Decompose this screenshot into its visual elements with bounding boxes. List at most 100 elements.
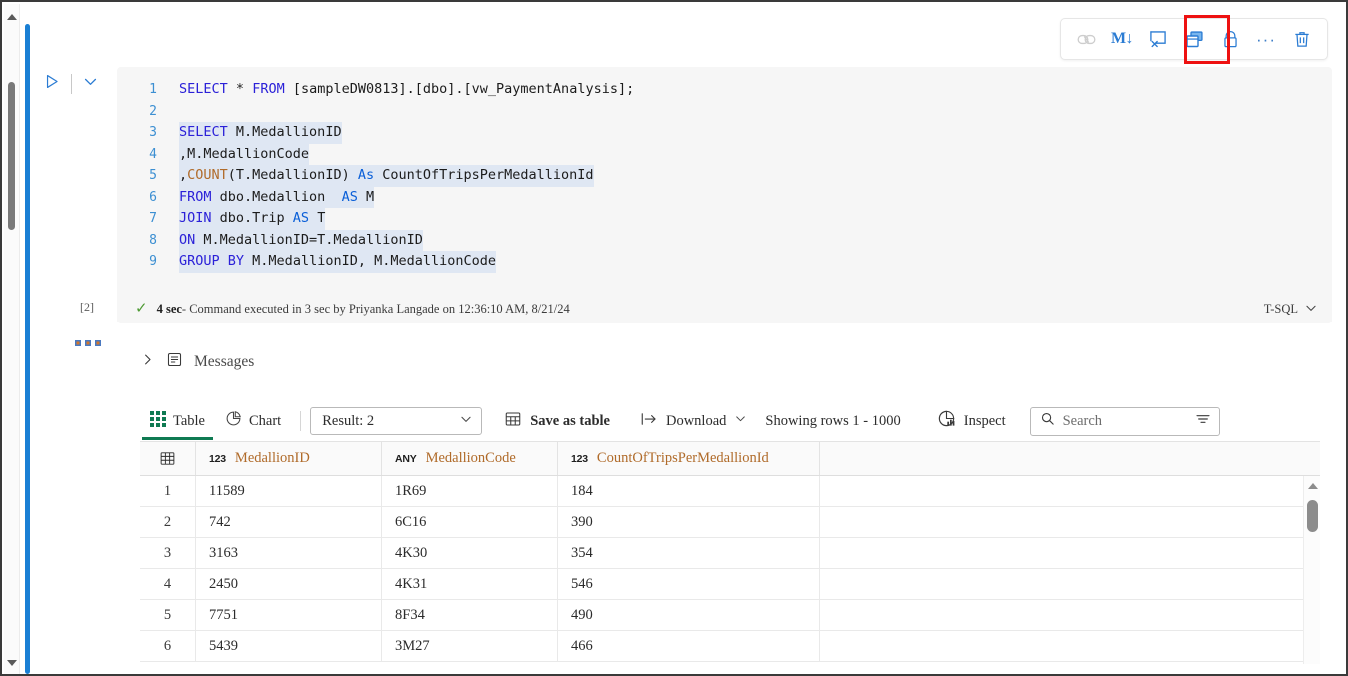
code-text: GROUP BY M.MedallionID, M.MedallionCode — [179, 251, 496, 273]
table-cell[interactable]: 7751 — [196, 600, 382, 630]
table-cell-filler — [820, 476, 1320, 506]
link-cell-icon[interactable] — [1069, 23, 1103, 55]
result-set-value: Result: 2 — [322, 413, 374, 430]
scrollbar-thumb[interactable] — [8, 82, 15, 230]
table-cell[interactable]: 184 — [558, 476, 820, 506]
table-row[interactable]: 27426C16390 — [140, 507, 1320, 538]
table-cell[interactable]: 4K31 — [382, 569, 558, 599]
code-text: ,COUNT(T.MedallionID) As CountOfTripsPer… — [179, 165, 594, 187]
query-results-panel: Table Chart Result: 2 — [140, 402, 1320, 664]
code-line[interactable]: 7JOIN dbo.Trip AS T — [117, 208, 1332, 230]
table-row[interactable]: 331634K30354 — [140, 538, 1320, 569]
cell-toolbar: M↓ ··· — [1060, 18, 1328, 60]
code-text: JOIN dbo.Trip AS T — [179, 208, 325, 230]
save-as-table-button[interactable]: Save as table — [494, 404, 620, 438]
filter-icon[interactable] — [1195, 412, 1211, 431]
grid-selector-icon[interactable] — [140, 442, 196, 475]
table-row[interactable]: 424504K31546 — [140, 569, 1320, 600]
table-cell[interactable]: 466 — [558, 631, 820, 661]
table-cell-filler — [820, 569, 1320, 599]
table-cell[interactable]: 11589 — [196, 476, 382, 506]
tab-chart-label: Chart — [249, 413, 281, 430]
scroll-down-arrow-icon[interactable] — [7, 660, 17, 666]
table-row[interactable]: 1115891R69184 — [140, 476, 1320, 507]
column-type-badge: 123 — [209, 453, 226, 465]
notebook-scrollbar[interactable] — [4, 4, 20, 676]
cell-overflow-dots-icon[interactable] — [75, 333, 101, 350]
table-cell[interactable]: 390 — [558, 507, 820, 537]
table-cell[interactable]: 546 — [558, 569, 820, 599]
result-set-select[interactable]: Result: 2 — [310, 407, 482, 435]
table-cell[interactable]: 490 — [558, 600, 820, 630]
toolbar-divider — [71, 74, 72, 94]
table-cell[interactable]: 6C16 — [382, 507, 558, 537]
line-number: 7 — [117, 208, 179, 230]
execution-message: - Command executed in 3 sec by Priyanka … — [182, 302, 570, 317]
scrollbar-thumb[interactable] — [1307, 500, 1318, 532]
column-type-badge: ANY — [395, 453, 417, 465]
chevron-down-icon[interactable] — [82, 73, 99, 95]
table-cell[interactable]: 2450 — [196, 569, 382, 599]
duplicate-cell-icon[interactable] — [1177, 23, 1211, 55]
code-line[interactable]: 1SELECT * FROM [sampleDW0813].[dbo].[vw_… — [117, 79, 1332, 101]
column-name: MedallionCode — [426, 450, 516, 467]
language-label: T-SQL — [1264, 302, 1298, 317]
sql-code-editor[interactable]: 1SELECT * FROM [sampleDW0813].[dbo].[vw_… — [117, 67, 1332, 322]
grid-header-cell[interactable]: 123 MedallionID — [196, 442, 382, 475]
language-selector[interactable]: T-SQL — [1264, 301, 1318, 319]
inspect-label: Inspect — [964, 413, 1006, 430]
messages-section-toggle[interactable]: Messages — [140, 351, 254, 373]
download-button[interactable]: Download — [630, 404, 757, 438]
line-number: 5 — [117, 165, 179, 187]
chevron-down-icon — [1304, 301, 1318, 319]
tab-table[interactable]: Table — [140, 402, 215, 440]
message-list-icon — [166, 351, 183, 373]
table-row[interactable]: 577518F34490 — [140, 600, 1320, 631]
line-number: 2 — [117, 101, 179, 123]
table-cell[interactable]: 4K30 — [382, 538, 558, 568]
checkmark-icon: ✓ — [135, 302, 148, 317]
messages-label: Messages — [194, 353, 254, 371]
more-options-icon[interactable]: ··· — [1249, 23, 1283, 55]
tab-chart[interactable]: Chart — [215, 402, 291, 440]
table-cell[interactable]: 742 — [196, 507, 382, 537]
download-icon — [640, 411, 658, 432]
notebook-cell-screen: M↓ ··· — [0, 0, 1348, 676]
search-box[interactable] — [1030, 407, 1220, 436]
grid-header-cell[interactable]: ANY MedallionCode — [382, 442, 558, 475]
table-cell[interactable]: 3163 — [196, 538, 382, 568]
table-row[interactable]: 654393M27466 — [140, 631, 1320, 662]
table-cell[interactable]: 354 — [558, 538, 820, 568]
code-line[interactable]: 5,COUNT(T.MedallionID) As CountOfTripsPe… — [117, 165, 1332, 187]
grid-vertical-scrollbar[interactable] — [1303, 476, 1320, 664]
clear-output-icon[interactable] — [1141, 23, 1175, 55]
code-line[interactable]: 9GROUP BY M.MedallionID, M.MedallionCode — [117, 251, 1332, 273]
row-number: 5 — [140, 600, 196, 630]
table-cell[interactable]: 3M27 — [382, 631, 558, 661]
line-number: 4 — [117, 144, 179, 166]
inspect-button[interactable]: Inspect — [927, 404, 1016, 438]
line-number: 9 — [117, 251, 179, 273]
line-number: 8 — [117, 230, 179, 252]
markdown-icon[interactable]: M↓ — [1105, 23, 1139, 55]
search-input[interactable] — [1063, 413, 1187, 430]
grid-header-cell[interactable]: 123 CountOfTripsPerMedallionId — [558, 442, 820, 475]
table-cell-filler — [820, 507, 1320, 537]
results-toolbar: Table Chart Result: 2 — [140, 402, 1320, 440]
play-icon[interactable] — [42, 72, 61, 96]
column-type-badge: 123 — [571, 453, 588, 465]
delete-icon[interactable] — [1285, 23, 1319, 55]
table-cell[interactable]: 8F34 — [382, 600, 558, 630]
code-line[interactable]: 3SELECT M.MedallionID — [117, 122, 1332, 144]
table-cell[interactable]: 1R69 — [382, 476, 558, 506]
code-line[interactable]: 2 — [117, 101, 1332, 123]
lock-icon[interactable] — [1213, 23, 1247, 55]
download-label: Download — [666, 413, 726, 430]
scroll-up-arrow-icon[interactable] — [7, 14, 17, 20]
code-line[interactable]: 8ON M.MedallionID=T.MedallionID — [117, 230, 1332, 252]
scroll-up-arrow-icon[interactable] — [1308, 483, 1318, 489]
code-line[interactable]: 6FROM dbo.Medallion AS M — [117, 187, 1332, 209]
grid-header-filler — [820, 442, 1320, 475]
table-cell[interactable]: 5439 — [196, 631, 382, 661]
code-line[interactable]: 4,M.MedallionCode — [117, 144, 1332, 166]
